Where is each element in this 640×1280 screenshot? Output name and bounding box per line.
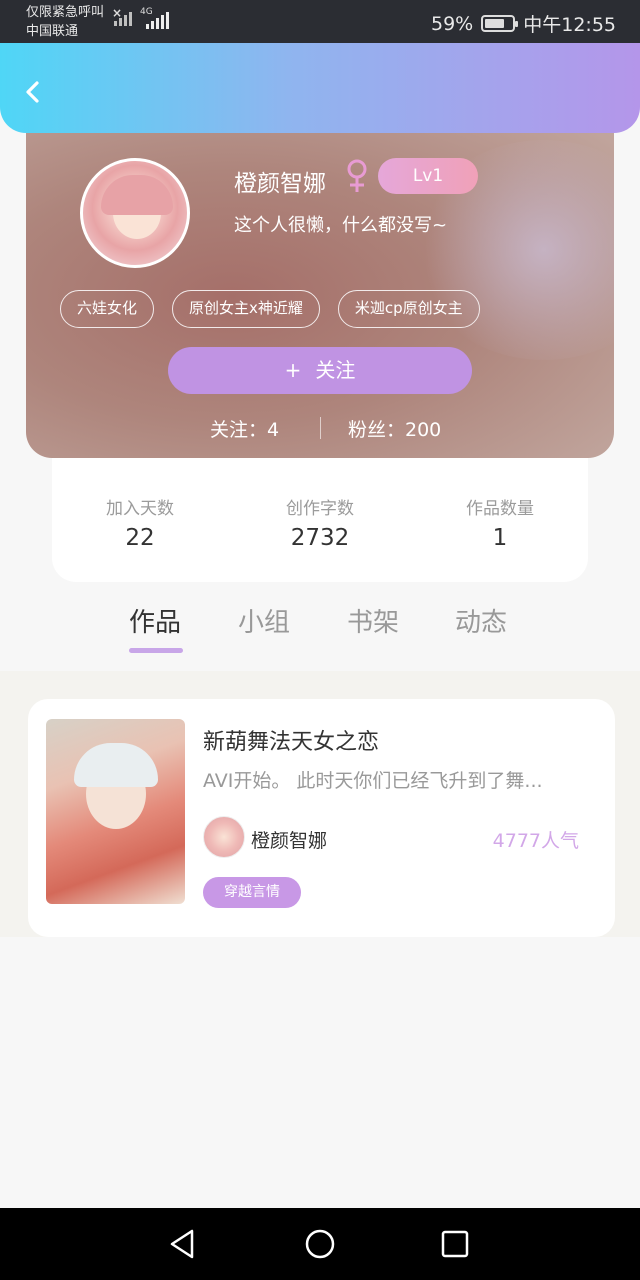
profile-tag[interactable]: 六娃女化 — [60, 290, 155, 328]
plus-icon: + — [284, 358, 302, 382]
tab-works[interactable]: 作品 — [129, 602, 181, 639]
profile-card: 橙颜智娜 Lv1 这个人很懒，什么都没写~ 六娃女化 原创女主x神近耀 米迦cp… — [26, 100, 614, 458]
stats-divider — [320, 417, 321, 439]
work-popularity: 4777人气 — [492, 830, 579, 852]
header-bar — [0, 43, 640, 133]
metric-label: 创作字数 — [286, 499, 354, 519]
carrier-info: 仅限紧急呼叫 中国联通 — [26, 3, 104, 41]
avatar[interactable] — [80, 158, 190, 268]
tab-bar: 作品 小组 书架 动态 — [0, 600, 640, 670]
tab-groups[interactable]: 小组 — [238, 602, 290, 639]
following-count[interactable]: 关注：4 — [210, 415, 279, 442]
clock: 中午12:55 — [523, 14, 616, 36]
metric-works-count: 作品数量 1 — [430, 494, 570, 551]
battery-percent: 59% — [431, 12, 474, 35]
battery-icon — [481, 15, 519, 32]
author-avatar[interactable] — [203, 816, 245, 858]
signal-strength-icon — [146, 12, 169, 29]
metric-word-count: 创作字数 2732 — [250, 494, 390, 551]
follow-label: 关注 — [315, 358, 356, 382]
tab-feed[interactable]: 动态 — [455, 602, 507, 639]
follow-stats: 关注：4 粉丝：200 — [26, 415, 614, 441]
system-nav-bar — [0, 1208, 640, 1280]
status-bar: 仅限紧急呼叫 中国联通 × 4G 59% 中午12:55 — [0, 0, 640, 44]
tab-bookshelf[interactable]: 书架 — [347, 602, 399, 639]
signal-icon — [114, 12, 132, 26]
profile-name: 橙颜智娜 — [234, 171, 326, 197]
metric-join-days: 加入天数 22 — [70, 494, 210, 551]
status-right: 59% 中午12:55 — [431, 10, 616, 37]
work-description: AVI开始。 此时天你们已经飞升到了舞... — [203, 770, 543, 792]
metric-value: 2732 — [290, 525, 350, 551]
metric-label: 加入天数 — [106, 499, 174, 519]
profile-bio: 这个人很懒，什么都没写~ — [234, 215, 448, 236]
profile-tag[interactable]: 米迦cp原创女主 — [337, 290, 480, 328]
active-tab-indicator — [129, 648, 183, 653]
female-icon — [347, 159, 367, 192]
metric-value: 22 — [125, 525, 155, 551]
work-genre-tag[interactable]: 穿越言情 — [203, 877, 301, 908]
carrier-line-1: 仅限紧急呼叫 — [26, 5, 105, 20]
work-cover-image[interactable] — [46, 719, 185, 904]
metric-value: 1 — [492, 525, 508, 551]
nav-back-icon[interactable] — [166, 1227, 200, 1261]
work-title[interactable]: 新葫舞法天女之恋 — [203, 724, 379, 756]
profile-tags: 六娃女化 原创女主x神近耀 米迦cp原创女主 — [60, 290, 480, 328]
nav-recents-icon[interactable] — [438, 1227, 472, 1261]
followers-count[interactable]: 粉丝：200 — [348, 415, 441, 442]
metrics-card: 加入天数 22 创作字数 2732 作品数量 1 — [52, 458, 588, 582]
carrier-line-2: 中国联通 — [26, 24, 79, 39]
level-badge: Lv1 — [378, 158, 478, 194]
work-card[interactable]: 新葫舞法天女之恋 AVI开始。 此时天你们已经飞升到了舞... 橙颜智娜 477… — [28, 699, 615, 937]
follow-button[interactable]: + 关注 — [168, 347, 472, 394]
nav-home-icon[interactable] — [303, 1227, 337, 1261]
profile-tag[interactable]: 原创女主x神近耀 — [172, 290, 320, 328]
work-author[interactable]: 橙颜智娜 — [251, 826, 327, 853]
metric-label: 作品数量 — [466, 499, 534, 519]
back-arrow-icon[interactable] — [18, 77, 48, 107]
